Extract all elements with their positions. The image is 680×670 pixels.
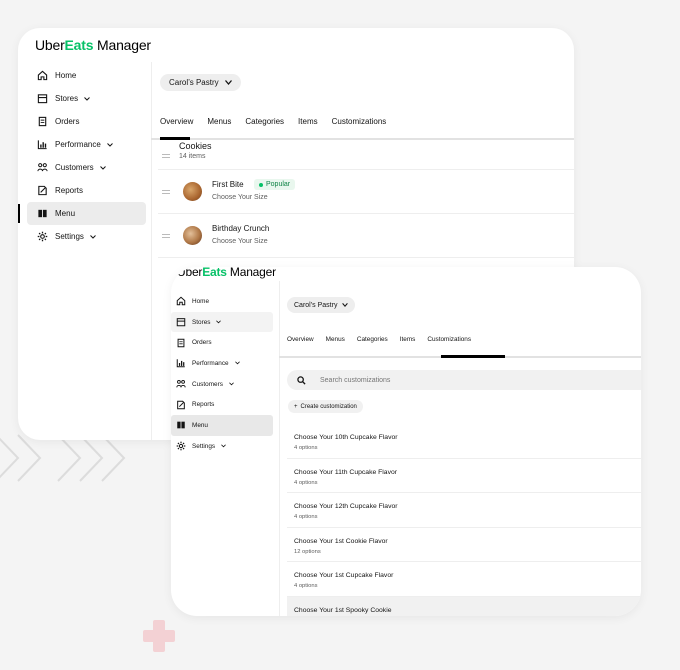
chart-icon: [35, 138, 49, 152]
reports-icon: [35, 184, 49, 198]
sidebar-item-reports[interactable]: Reports: [18, 179, 146, 202]
customers-icon: [175, 378, 187, 390]
tab-items[interactable]: Items: [298, 117, 318, 130]
sidebar-divider: [279, 281, 280, 616]
store-selector[interactable]: Carol’s Pastry: [287, 297, 356, 313]
tab-overview[interactable]: Overview: [287, 336, 314, 343]
chevron-down-icon: [342, 302, 349, 309]
sidebar-item-orders[interactable]: Orders: [18, 110, 146, 133]
drag-handle-icon[interactable]: [162, 190, 170, 194]
gear-icon: [175, 440, 187, 452]
search-customizations-input[interactable]: Search customizations: [287, 370, 641, 390]
customers-icon: [35, 161, 49, 175]
drag-handle-icon[interactable]: [162, 154, 170, 158]
customizations-window: UberEats Manager Home Stores Orders Perf…: [171, 267, 641, 616]
drag-handle-icon[interactable]: [162, 234, 170, 238]
chevron-down-icon: [234, 360, 240, 367]
sidebar-item-performance[interactable]: Performance: [171, 353, 273, 374]
customization-list: Choose Your 10th Cupcake Flavor 4 option…: [287, 424, 641, 616]
sidebar-item-stores[interactable]: Stores: [18, 87, 146, 110]
tab-customizations[interactable]: Customizations: [332, 117, 387, 130]
tab-categories[interactable]: Categories: [357, 336, 388, 343]
chevron-down-icon: [90, 232, 96, 241]
sidebar-item-settings[interactable]: Settings: [171, 436, 273, 457]
menu-tabs: Overview Menus Categories Items Customiz…: [287, 336, 483, 343]
store-icon: [175, 316, 187, 328]
sidebar-item-settings[interactable]: Settings: [18, 225, 146, 248]
uber-eats-manager-logo: UberEats Manager: [177, 267, 276, 279]
sidebar-item-reports[interactable]: Reports: [171, 394, 273, 415]
create-customization-button[interactable]: + Create customization: [288, 400, 363, 413]
sidebar-item-stores[interactable]: Stores: [171, 311, 273, 333]
chevron-down-icon: [106, 140, 113, 149]
search-icon: [297, 375, 306, 385]
list-item[interactable]: Choose Your 1st Cupcake Flavor 4 options: [287, 562, 641, 597]
sidebar-item-customers[interactable]: Customers: [18, 156, 146, 179]
gear-icon: [35, 230, 49, 244]
list-item[interactable]: Choose Your 1st Spooky Cookie: [287, 596, 641, 616]
list-item[interactable]: Choose Your 12th Cupcake Flavor 4 option…: [287, 493, 641, 528]
chart-icon: [175, 357, 187, 369]
sidebar-item-home[interactable]: Home: [171, 291, 273, 312]
tab-items[interactable]: Items: [400, 336, 416, 343]
tab-customizations[interactable]: Customizations: [427, 336, 471, 343]
list-item[interactable]: Birthday Crunch Choose Your Size: [158, 214, 574, 258]
sidebar-divider: [151, 62, 152, 440]
category-row[interactable]: Cookies 14 items: [158, 141, 574, 170]
status-dot-icon: [259, 182, 263, 187]
orders-icon: [35, 115, 49, 129]
active-tab-indicator: [160, 137, 190, 140]
tab-categories[interactable]: Categories: [245, 117, 284, 130]
chevron-down-icon: [221, 443, 226, 450]
list-item[interactable]: Choose Your 10th Cupcake Flavor 4 option…: [287, 424, 641, 459]
tab-underline: [151, 138, 574, 140]
sidebar-nav: Home Stores Orders Performance Customers…: [18, 64, 146, 248]
chevron-down-icon: [224, 78, 232, 87]
tab-overview[interactable]: Overview: [160, 117, 193, 130]
popular-badge: Popular: [254, 179, 296, 190]
chevron-down-icon: [99, 163, 106, 172]
item-thumbnail: [183, 226, 202, 245]
sidebar-item-menu[interactable]: Menu: [18, 202, 146, 225]
home-icon: [35, 69, 49, 83]
sidebar-item-home[interactable]: Home: [18, 64, 146, 87]
menu-book-icon: [35, 207, 49, 221]
store-selector[interactable]: Carol’s Pastry: [160, 74, 241, 91]
store-icon: [35, 92, 49, 106]
decorative-plus: [143, 620, 175, 652]
item-thumbnail: [183, 182, 202, 201]
list-item[interactable]: First Bite Popular Choose Your Size: [158, 170, 574, 214]
chevron-down-icon: [229, 381, 234, 388]
menu-tabs: Overview Menus Categories Items Customiz…: [160, 117, 400, 130]
reports-icon: [175, 399, 187, 411]
home-icon: [175, 295, 187, 307]
tab-menus[interactable]: Menus: [207, 117, 231, 130]
category-list: Cookies 14 items First Bite Popular Choo…: [158, 141, 574, 258]
menu-book-icon: [175, 419, 187, 431]
list-item[interactable]: Choose Your 11th Cupcake Flavor 4 option…: [287, 459, 641, 494]
sidebar-item-menu[interactable]: Menu: [171, 415, 273, 436]
uber-eats-manager-logo: UberEats Manager: [35, 37, 151, 53]
chevron-down-icon: [216, 319, 222, 326]
chevron-down-icon: [84, 94, 90, 103]
plus-icon: +: [294, 403, 298, 410]
list-item[interactable]: Choose Your 1st Cookie Flavor 12 options: [287, 528, 641, 563]
tab-menus[interactable]: Menus: [326, 336, 345, 343]
sidebar-item-performance[interactable]: Performance: [18, 133, 146, 156]
sidebar-nav: Home Stores Orders Performance Customers…: [171, 291, 273, 457]
active-tab-indicator: [441, 355, 505, 358]
sidebar-item-orders[interactable]: Orders: [171, 332, 273, 353]
sidebar-item-customers[interactable]: Customers: [171, 374, 273, 395]
orders-icon: [175, 337, 187, 349]
